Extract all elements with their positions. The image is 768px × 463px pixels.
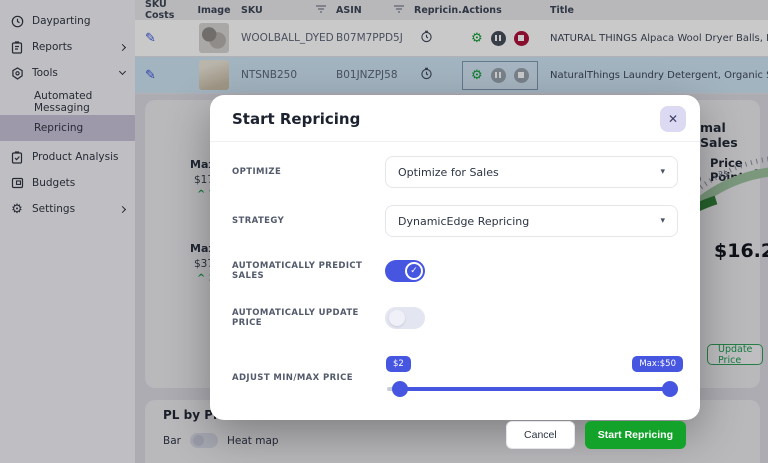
chevron-down-icon: ▾ [660,216,665,226]
predict-sales-row: AUTOMATICALLY PREDICT SALES ✓ [232,260,678,282]
toggle-knob [389,310,405,326]
strategy-label: STRATEGY [232,216,385,226]
optimize-select[interactable]: Optimize for Sales ▾ [385,156,678,188]
app-screen: Dayparting Reports Tools Automated Messa… [0,0,768,463]
check-icon: ✓ [410,266,418,276]
predict-sales-label: AUTOMATICALLY PREDICT SALES [232,261,385,281]
update-price-toggle-off[interactable] [385,307,425,329]
toggle-knob: ✓ [405,262,423,280]
min-max-price-row: ADJUST MIN/MAX PRICE $2 Max:$50 [232,354,678,402]
min-max-price-label: ADJUST MIN/MAX PRICE [232,373,385,383]
modal-footer: Cancel Start Repricing [210,419,700,463]
close-button[interactable]: ✕ [660,106,686,132]
chevron-down-icon: ▾ [660,167,665,177]
optimize-label: OPTIMIZE [232,167,385,177]
price-range-slider: $2 Max:$50 [385,356,678,402]
min-price-badge: $2 [386,356,411,372]
optimize-selected-value: Optimize for Sales [398,166,499,179]
close-icon: ✕ [668,112,678,126]
slider-max-handle[interactable] [662,381,678,397]
update-price-row: AUTOMATICALLY UPDATE PRICE [232,307,678,329]
max-price-badge: Max:$50 [632,356,683,372]
predict-sales-toggle-on[interactable]: ✓ [385,260,425,282]
strategy-field-row: STRATEGY DynamicEdge Repricing ▾ [232,205,678,237]
optimize-field-row: OPTIMIZE Optimize for Sales ▾ [232,156,678,188]
slider-fill [400,387,672,391]
modal-title: Start Repricing [232,110,360,128]
modal-header: Start Repricing ✕ [210,95,700,142]
modal-body: OPTIMIZE Optimize for Sales ▾ STRATEGY D… [210,142,700,419]
strategy-select[interactable]: DynamicEdge Repricing ▾ [385,205,678,237]
start-repricing-modal: Start Repricing ✕ OPTIMIZE Optimize for … [210,95,700,420]
start-repricing-button[interactable]: Start Repricing [585,421,686,449]
update-price-label: AUTOMATICALLY UPDATE PRICE [232,308,385,328]
strategy-selected-value: DynamicEdge Repricing [398,215,529,228]
slider-min-handle[interactable] [392,381,408,397]
cancel-button[interactable]: Cancel [506,421,575,449]
